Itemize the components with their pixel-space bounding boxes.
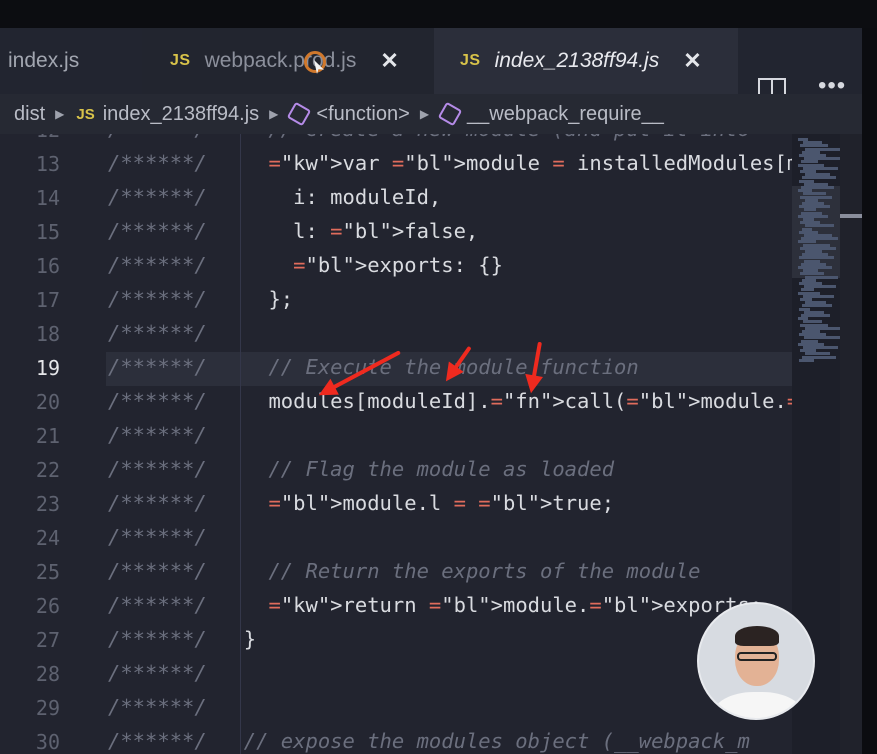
line-number: 28 — [35, 662, 60, 686]
code-line: /******/ }; — [108, 287, 294, 311]
breadcrumb-symbol-webpack-require[interactable]: __webpack_require__ — [467, 103, 664, 126]
line-number: 18 — [35, 322, 60, 346]
line-number: 12 — [0, 134, 60, 142]
line-number: 26 — [35, 594, 60, 618]
code-line: /******/ ="kw">return ="bl">module.="bl"… — [108, 593, 763, 617]
tab-webpack-prod-js[interactable]: JS webpack.prod.js ✕ — [142, 28, 434, 94]
code-line: /******/ — [108, 423, 207, 447]
code-line: /******/ // Create a new module (and put… — [108, 134, 750, 141]
line-number: 29 — [35, 696, 60, 720]
breadcrumb-symbol-function[interactable]: <function> — [316, 103, 409, 126]
code-line: /******/ modules[moduleId].="fn">call(="… — [108, 389, 862, 413]
line-number-gutter: 12 13 14 15 16 17 18 19 20 21 22 23 24 25 26 27 28 29 30 — [0, 134, 100, 754]
line-number: 23 — [35, 492, 60, 516]
code-line: /******/ ="kw">var ="bl">module = instal… — [108, 151, 862, 175]
line-number: 19 — [35, 356, 60, 380]
presenter-hair — [735, 626, 779, 646]
line-number: 24 — [35, 526, 60, 550]
js-file-icon: JS — [76, 105, 95, 123]
js-file-icon: JS — [460, 52, 481, 69]
breadcrumb: dist ▶ JS index_2138ff94.js ▶ <function>… — [0, 94, 862, 134]
symbol-method-icon — [287, 101, 312, 127]
code-line: /******/ } — [108, 627, 257, 651]
line-number: 16 — [35, 254, 60, 278]
code-line: /******/ // Return the exports of the mo… — [108, 559, 701, 583]
code-line: /******/ — [108, 661, 207, 685]
breadcrumb-folder[interactable]: dist — [14, 103, 45, 126]
line-number: 13 — [35, 152, 60, 176]
title-bar — [0, 0, 877, 28]
code-line: /******/ i: moduleId, — [108, 185, 442, 209]
code-line: /******/ — [108, 695, 207, 719]
close-icon[interactable]: ✕ — [683, 48, 701, 74]
symbol-method-icon — [437, 101, 463, 127]
tab-label: webpack.prod.js — [204, 49, 357, 72]
editor-tab-bar: index.js JS webpack.prod.js ✕ JS index_2… — [0, 28, 862, 102]
presenter-shirt — [713, 692, 803, 718]
line-number: 27 — [35, 628, 60, 652]
line-number: 22 — [35, 458, 60, 482]
line-number: 14 — [35, 186, 60, 210]
line-number: 15 — [35, 220, 60, 244]
tab-label: index_2138ff94.js — [494, 49, 660, 72]
line-number: 21 — [35, 424, 60, 448]
code-line: /******/ ="bl">module.l = ="bl">true; — [108, 491, 615, 515]
code-line: /******/ ="bl">exports: {} — [108, 253, 503, 277]
webcam-overlay — [697, 602, 815, 720]
code-line: /******/ — [108, 525, 207, 549]
line-number: 30 — [35, 730, 60, 754]
vertical-scrollbar[interactable] — [840, 134, 862, 754]
code-line: /******/ // expose the modules object (_… — [108, 729, 750, 753]
tab-index-2138ff94-js[interactable]: JS index_2138ff94.js ✕ — [434, 28, 738, 94]
close-icon[interactable]: ✕ — [380, 48, 398, 74]
line-number: 25 — [35, 560, 60, 584]
scrollbar-thumb[interactable] — [840, 214, 862, 218]
tab-index-js[interactable]: index.js — [0, 28, 142, 94]
code-line: /******/ l: ="bl">false, — [108, 219, 479, 243]
minimap-line — [799, 358, 814, 362]
line-number: 17 — [35, 288, 60, 312]
chevron-right-icon: ▶ — [419, 107, 430, 121]
presenter-glasses — [737, 652, 777, 661]
chevron-right-icon: ▶ — [269, 107, 279, 121]
code-line: /******/ — [108, 321, 207, 345]
code-line: /******/ // Flag the module as loaded — [108, 457, 615, 481]
breadcrumb-file[interactable]: index_2138ff94.js — [103, 103, 259, 126]
line-number: 20 — [35, 390, 60, 414]
chevron-right-icon: ▶ — [55, 107, 65, 121]
tab-label: index.js — [8, 49, 80, 72]
js-file-icon: JS — [170, 52, 191, 69]
